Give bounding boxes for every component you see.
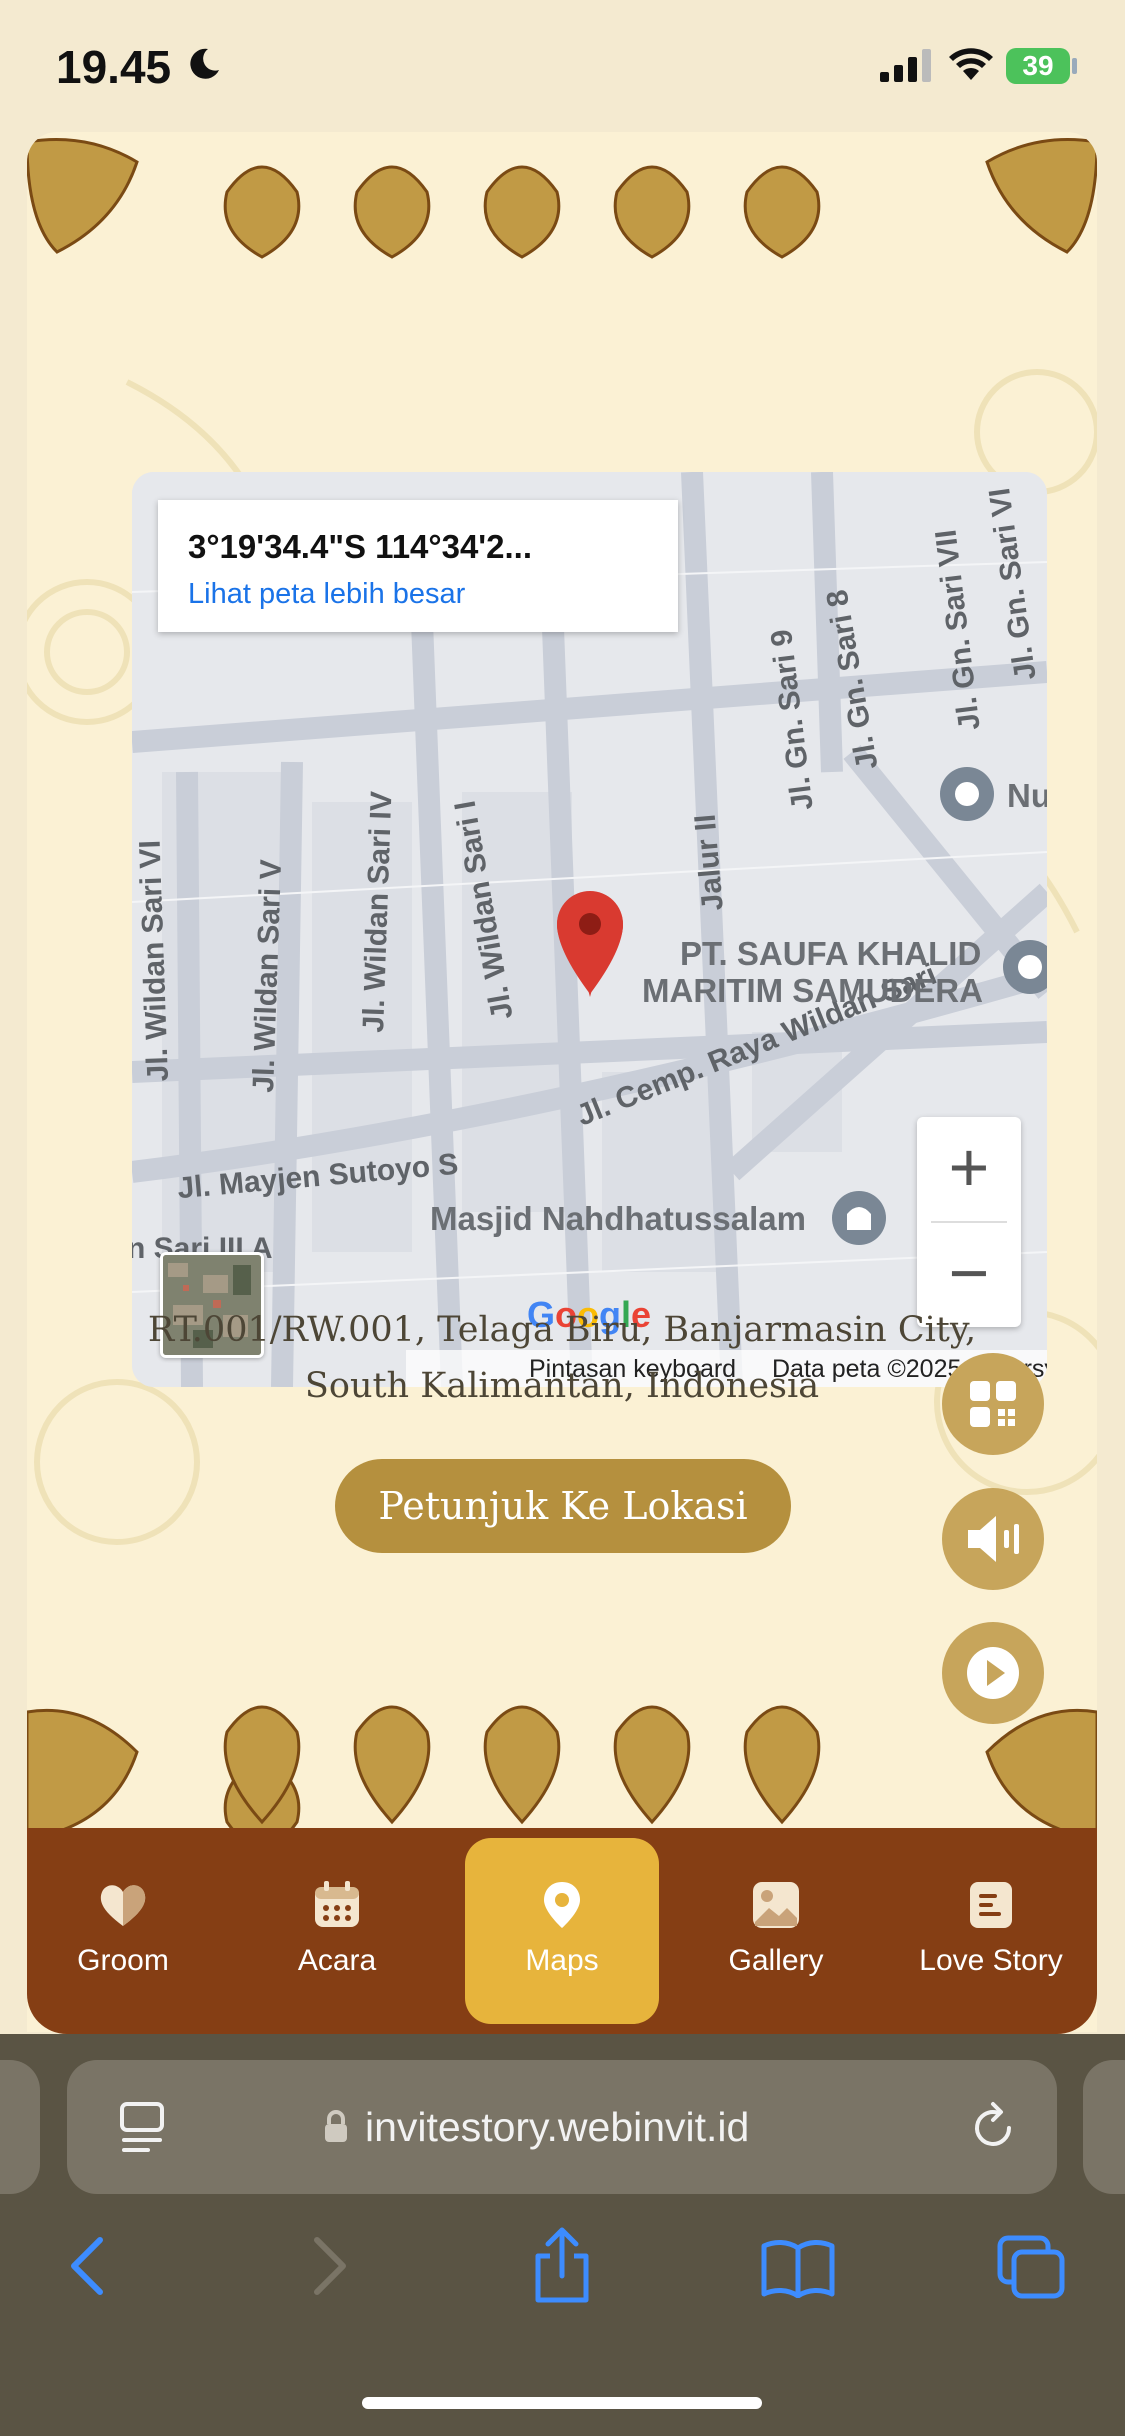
forward-icon[interactable] — [305, 2234, 355, 2298]
poi-label: PT. SAUFA KHALID — [680, 935, 982, 972]
wifi-icon — [949, 48, 993, 80]
next-tab-preview[interactable] — [1083, 2060, 1125, 2194]
sound-toggle-button[interactable] — [942, 1488, 1044, 1590]
cellular-signal-icon — [880, 49, 931, 82]
battery-indicator: 39 — [1006, 48, 1070, 84]
nav-item-gallery[interactable]: Gallery — [680, 1828, 872, 2034]
nav-item-maps[interactable]: Maps — [466, 1828, 658, 2034]
coordinates-text: 3°19'34.4"S 114°34'2... — [188, 528, 533, 565]
nav-label: Love Story — [919, 1944, 1063, 1977]
image-icon — [753, 1882, 799, 1928]
nav-label: Gallery — [728, 1944, 824, 1977]
back-icon[interactable] — [62, 2234, 112, 2298]
nav-item-groom[interactable]: Groom — [27, 1828, 219, 2034]
embedded-map[interactable]: Jl. Wildan Sari VI Jl. Wildan Sari V Jl.… — [132, 472, 1047, 1387]
qr-code-button[interactable] — [942, 1353, 1044, 1455]
speaker-icon — [968, 1516, 1019, 1562]
previous-tab-preview[interactable] — [0, 2060, 40, 2194]
lock-icon — [325, 2110, 347, 2142]
nav-item-acara[interactable]: Acara — [241, 1828, 433, 2034]
zoom-in-button[interactable]: + — [917, 1117, 1021, 1221]
status-bar: 19.45 39 — [0, 0, 1125, 130]
address-line-2: South Kalimantan, Indonesia — [304, 1366, 820, 1406]
poi-label: MARITIM SAMUDERA — [642, 972, 983, 1009]
map-pin-icon — [544, 1882, 580, 1928]
play-icon — [967, 1647, 1019, 1699]
address-bar[interactable]: invitestory.webinvit.id — [67, 2060, 1057, 2194]
reload-icon[interactable] — [965, 2100, 1021, 2156]
address-line-1: RT.001/RW.001, Telaga Biru, Banjarmasin … — [147, 1310, 977, 1350]
directions-button[interactable]: Petunjuk Ke Lokasi — [335, 1459, 791, 1553]
nav-label: Groom — [77, 1944, 169, 1977]
status-time: 19.45 — [56, 41, 172, 93]
moon-icon — [190, 48, 219, 79]
tabs-icon[interactable] — [996, 2234, 1068, 2302]
bottom-navigation: Groom Acara Maps Gallery Love Story — [27, 1828, 1097, 2034]
poi-label: Masjid Nahdhatussalam — [430, 1200, 806, 1237]
zoom-control: + − — [917, 1117, 1021, 1327]
nav-label: Acara — [297, 1944, 377, 1977]
bookmarks-icon[interactable] — [760, 2238, 836, 2298]
url-text: invitestory.webinvit.id — [365, 2104, 750, 2150]
autoplay-button[interactable] — [942, 1622, 1044, 1724]
share-icon[interactable] — [528, 2226, 596, 2306]
document-icon — [970, 1882, 1012, 1928]
venue-address: RT.001/RW.001, Telaga Biru, Banjarmasin … — [27, 1302, 1097, 1414]
calendar-icon — [315, 1881, 359, 1927]
nav-item-love-story[interactable]: Love Story — [895, 1828, 1087, 2034]
home-indicator — [362, 2397, 762, 2409]
qr-code-icon — [970, 1381, 1016, 1427]
battery-tip — [1072, 58, 1077, 74]
view-larger-map-link[interactable]: Lihat peta lebih besar — [188, 578, 465, 611]
poi-label: Nu — [1007, 777, 1047, 814]
invitation-card: Jl. Wildan Sari VI Jl. Wildan Sari V Jl.… — [27, 132, 1097, 2032]
page-menu-icon[interactable] — [117, 2100, 167, 2156]
nav-label: Maps — [525, 1944, 599, 1977]
place-info-card: 3°19'34.4"S 114°34'2... Lihat peta lebih… — [158, 500, 678, 632]
browser-toolbar: invitestory.webinvit.id — [0, 2034, 1125, 2436]
heart-icon — [100, 1885, 146, 1926]
